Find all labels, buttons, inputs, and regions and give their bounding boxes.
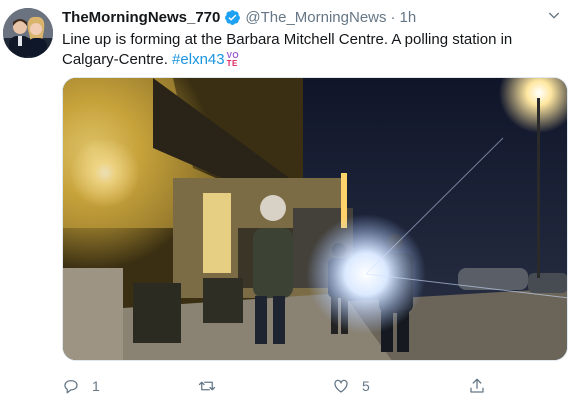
reply-count: 1 bbox=[92, 378, 100, 394]
like-count: 5 bbox=[362, 378, 370, 394]
tweet-text: Line up is forming at the Barbara Mitche… bbox=[62, 30, 567, 70]
reply-icon bbox=[64, 380, 78, 394]
timestamp[interactable]: 1h bbox=[400, 9, 417, 26]
user-handle[interactable]: @The_MorningNews bbox=[245, 9, 386, 26]
tweet-body: Line up is forming at the Barbara Mitche… bbox=[62, 31, 513, 68]
hashtag-link[interactable]: #elxn43 bbox=[172, 51, 225, 68]
share-icon bbox=[470, 378, 484, 393]
verified-badge-icon bbox=[224, 9, 241, 26]
reply-button[interactable]: 1 bbox=[62, 377, 100, 395]
separator-dot: · bbox=[390, 8, 396, 26]
retweet-icon bbox=[198, 381, 216, 391]
display-name[interactable]: TheMorningNews_770 bbox=[62, 9, 220, 26]
like-button[interactable]: 5 bbox=[332, 377, 370, 395]
vote-emoji-icon: VO TE bbox=[226, 51, 240, 68]
avatar-image bbox=[3, 8, 53, 58]
retweet-button[interactable] bbox=[198, 377, 228, 395]
chevron-down-icon[interactable] bbox=[546, 7, 562, 23]
avatar[interactable] bbox=[3, 8, 53, 58]
tweet-actions: 1 5 bbox=[62, 374, 492, 398]
share-button[interactable] bbox=[468, 377, 486, 395]
heart-icon bbox=[334, 379, 348, 393]
polling-station-photo bbox=[63, 78, 567, 360]
tweet-header: TheMorningNews_770 @The_MorningNews · 1h bbox=[62, 7, 416, 27]
tweet-photo[interactable] bbox=[62, 77, 568, 361]
